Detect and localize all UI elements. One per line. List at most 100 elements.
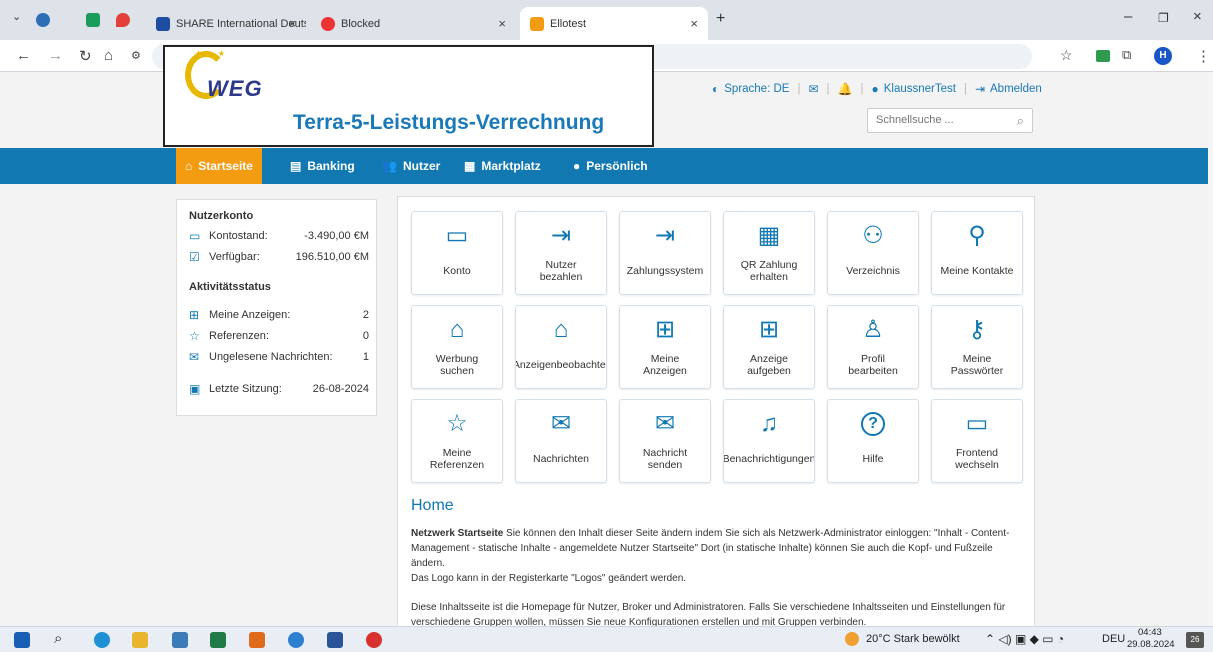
tab-blocked[interactable]: Blocked × [311, 7, 516, 40]
tile-bell[interactable]: ♫ Benachrichtigungen [723, 399, 815, 483]
tile-bag[interactable]: ⌂ Werbung suchen [411, 305, 503, 389]
mail-icon[interactable]: ✉ [808, 82, 818, 96]
tile-label: Zahlungssystem [626, 265, 704, 277]
menu-dots-icon[interactable]: ⋮ [1196, 47, 1211, 65]
tile-profile[interactable]: ♙ Profil bearbeiten [827, 305, 919, 389]
contacts-icon: ⚲ [968, 222, 986, 249]
tile-mail[interactable]: ✉ Nachrichten [515, 399, 607, 483]
profile-avatar[interactable]: H [1154, 47, 1172, 65]
last-session-row: ▣ Letzte Sitzung: 26-08-2024 [189, 382, 369, 396]
people-icon[interactable] [172, 632, 188, 648]
unread-messages-row[interactable]: ✉ Ungelesene Nachrichten: 1 [189, 350, 369, 364]
opera-icon[interactable] [366, 632, 382, 648]
web-page: ◐ Sprache: DE | ✉ | 🔔 | ● KlaussnerTest … [0, 72, 1208, 626]
logo-banner[interactable]: ★ ★ ★ WEG Terra-5-Leistungs-Verrechnung [163, 45, 654, 147]
wallet-icon: ▭ [445, 222, 469, 249]
extension-icon[interactable] [1096, 50, 1110, 62]
tile-bag[interactable]: ⌂ Anzeigenbeobachter [515, 305, 607, 389]
logout-icon: ⇥ [974, 82, 986, 96]
tile-star[interactable]: ☆ Meine Referenzen [411, 399, 503, 483]
balance-row: ▭ Kontostand: -3.490,00 €M [189, 229, 369, 243]
logout-link[interactable]: Abmelden [990, 83, 1042, 95]
activity-heading: Aktivitätsstatus [189, 281, 271, 293]
bag-icon: ⌂ [553, 316, 569, 343]
notification-icon[interactable]: 26 [1186, 632, 1204, 648]
tile-contacts[interactable]: ⚲ Meine Kontakte [931, 211, 1023, 295]
nav-persoenlich[interactable]: ● Persönlich [564, 148, 657, 184]
outlook-icon[interactable] [249, 632, 265, 648]
explorer-icon[interactable] [132, 632, 148, 648]
mail-icon: ✉ [550, 410, 572, 437]
tile-pay-user[interactable]: ⇥ Nutzer bezahlen [515, 211, 607, 295]
maximize-button[interactable]: ❐ [1158, 11, 1169, 25]
profile-tab-icon[interactable] [36, 13, 50, 27]
language-indicator[interactable]: DEU [1102, 633, 1125, 645]
nav-nutzer[interactable]: 👥 Nutzer [373, 148, 449, 184]
tile-wallet[interactable]: ▭ Konto [411, 211, 503, 295]
windows-start-icon[interactable] [14, 632, 30, 648]
home-icon: ⌂ [185, 159, 193, 173]
tile-qr[interactable]: ▦ QR Zahlung erhalten [723, 211, 815, 295]
search-icon[interactable]: ⌕ [54, 630, 62, 647]
nav-marktplatz[interactable]: ▦ Marktplatz [455, 148, 550, 184]
pay-user-icon: ⇥ [550, 222, 572, 249]
sheets-tab-icon[interactable] [86, 13, 100, 27]
directory-icon: ⚇ [862, 222, 884, 249]
weather-text[interactable]: 20°C Stark bewölkt [866, 633, 960, 645]
chrome-icon[interactable] [288, 632, 304, 648]
site-info-icon[interactable]: ⚙ [131, 49, 141, 62]
tile-basket[interactable]: ⊞ Meine Anzeigen [619, 305, 711, 389]
close-tab-icon[interactable]: × [288, 16, 296, 31]
tile-label: Werbung suchen [435, 353, 479, 377]
nav-banking[interactable]: ▤ Banking [281, 148, 364, 184]
clock-date[interactable]: 29.08.2024 [1127, 639, 1175, 650]
tile-directory[interactable]: ⚇ Verzeichnis [827, 211, 919, 295]
top-links: ◐ Sprache: DE | ✉ | 🔔 | ● KlaussnerTest … [712, 82, 1042, 96]
close-tab-icon[interactable]: × [498, 16, 506, 31]
clock-time[interactable]: 04:43 [1138, 627, 1162, 638]
tile-monitor[interactable]: ▭ Frontend wechseln [931, 399, 1023, 483]
new-tab-button[interactable]: + [716, 10, 725, 28]
available-icon: ☑ [189, 250, 200, 264]
tab-ellotest[interactable]: Ellotest × [520, 7, 708, 40]
tab-list-chevron-icon[interactable]: ⌄ [12, 10, 21, 23]
profile-icon: ♙ [862, 316, 884, 343]
edge-icon[interactable] [94, 632, 110, 648]
page-scrollbar[interactable] [1208, 72, 1213, 626]
basket-icon: ⊞ [654, 316, 676, 343]
nav-startseite[interactable]: ⌂ Startseite [176, 148, 262, 184]
bookmark-star-icon[interactable]: ☆ [1060, 47, 1073, 64]
reload-button[interactable]: ↻ [79, 47, 92, 65]
tile-label: Meine Referenzen [429, 447, 485, 471]
tile-help[interactable]: ? Hilfe [827, 399, 919, 483]
site-title: Terra-5-Leistungs-Verrechnung [293, 111, 605, 134]
close-window-button[interactable]: × [1193, 8, 1202, 25]
tab-share-international[interactable]: SHARE International Deutschlar × [146, 7, 306, 40]
tile-label: Benachrichtigungen [724, 453, 814, 465]
tile-basket[interactable]: ⊞ Anzeige aufgeben [723, 305, 815, 389]
tile-payment-system[interactable]: ⇥ Zahlungssystem [619, 211, 711, 295]
mail-icon: ✉ [654, 410, 676, 437]
minimize-button[interactable]: – [1124, 8, 1132, 25]
tile-key[interactable]: ⚷ Meine Passwörter [931, 305, 1023, 389]
home-button[interactable]: ⌂ [104, 47, 113, 64]
excel-icon[interactable] [210, 632, 226, 648]
forward-button[interactable]: → [48, 47, 63, 64]
account-sidebar: Nutzerkonto ▭ Kontostand: -3.490,00 €M ☑ Ve… [176, 199, 377, 416]
extensions-puzzle-icon[interactable]: ⧉ [1122, 47, 1131, 63]
user-link[interactable]: KlaussnerTest [884, 83, 956, 95]
close-tab-icon[interactable]: × [690, 16, 698, 31]
word-icon[interactable] [327, 632, 343, 648]
bell-icon[interactable]: 🔔 [838, 82, 853, 96]
maps-tab-icon[interactable] [116, 13, 130, 27]
my-ads-row[interactable]: ⊞ Meine Anzeigen: 2 [189, 308, 369, 322]
quick-search-input[interactable] [876, 109, 1006, 131]
quick-search: ⌕ [867, 108, 1033, 133]
language-link[interactable]: Sprache: DE [724, 83, 789, 95]
back-button[interactable]: ← [16, 47, 31, 64]
tray-icons[interactable]: ⌃ ◁) ▣ ◆ ▭ ◔ [985, 632, 1064, 646]
browser-tab-bar: ⌄ SHARE International Deutschlar × Block… [0, 0, 1213, 40]
references-row[interactable]: ☆ Referenzen: 0 [189, 329, 369, 343]
tile-mail[interactable]: ✉ Nachricht senden [619, 399, 711, 483]
search-icon[interactable]: ⌕ [1017, 113, 1024, 129]
